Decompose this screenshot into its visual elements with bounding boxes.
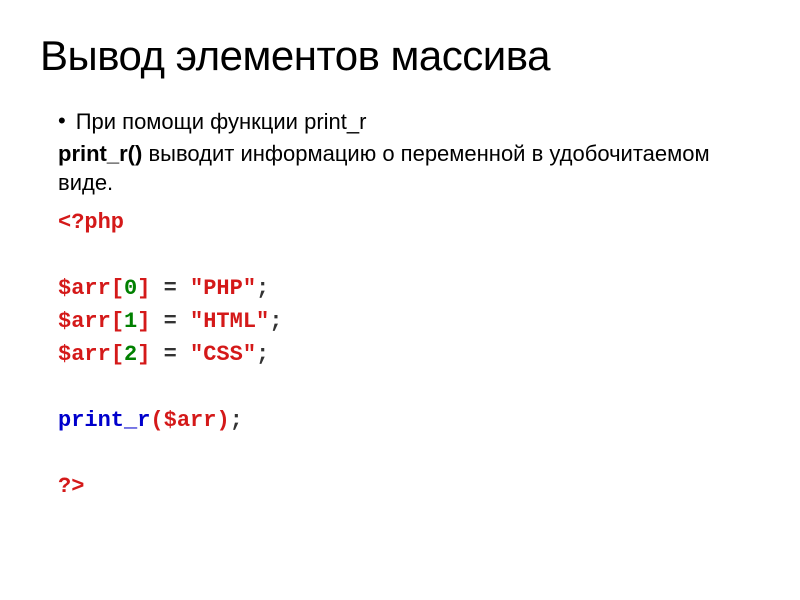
- code-blank: [58, 239, 760, 272]
- code-block: <?php $arr[0] = "PHP"; $arr[1] = "HTML";…: [58, 206, 760, 503]
- code-assign-2: $arr[2] = "CSS";: [58, 338, 760, 371]
- code-blank: [58, 371, 760, 404]
- bullet-item: • При помощи функции print_r: [58, 108, 760, 137]
- desc-text: выводит информацию о переменной в удобоч…: [58, 141, 710, 196]
- bullet-text: При помощи функции print_r: [76, 108, 367, 137]
- bullet-func-name: print_r: [304, 109, 366, 134]
- bullet-prefix: При помощи функции: [76, 109, 304, 134]
- description-line: print_r() выводит информацию о переменно…: [58, 139, 760, 198]
- bullet-marker: •: [58, 108, 66, 134]
- code-assign-1: $arr[1] = "HTML";: [58, 305, 760, 338]
- code-blank: [58, 437, 760, 470]
- slide-title: Вывод элементов массива: [40, 32, 760, 80]
- code-close-tag: ?>: [58, 470, 760, 503]
- slide-content: • При помощи функции print_r print_r() в…: [40, 108, 760, 503]
- code-assign-0: $arr[0] = "PHP";: [58, 272, 760, 305]
- desc-func-name: print_r(): [58, 141, 142, 166]
- code-call: print_r($arr);: [58, 404, 760, 437]
- code-open-tag: <?php: [58, 206, 760, 239]
